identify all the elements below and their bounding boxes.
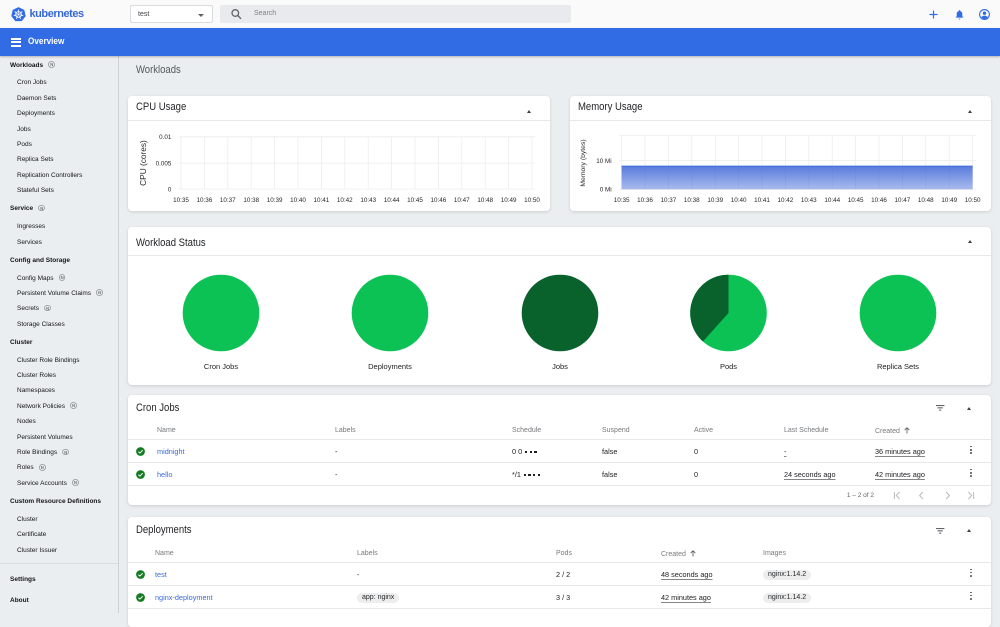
svg-text:0: 0 (168, 186, 172, 193)
svg-text:10:50: 10:50 (965, 197, 981, 204)
svg-text:10:38: 10:38 (243, 197, 259, 204)
svg-text:0.005: 0.005 (156, 160, 172, 167)
svg-text:10:47: 10:47 (895, 197, 911, 204)
svg-text:0 Mi: 0 Mi (600, 187, 612, 194)
svg-text:10:49: 10:49 (941, 197, 957, 204)
svg-text:10:36: 10:36 (197, 197, 213, 204)
svg-text:10:47: 10:47 (454, 197, 470, 204)
svg-text:Pods: Pods (720, 362, 737, 371)
svg-text:10:41: 10:41 (314, 197, 330, 204)
svg-text:10:36: 10:36 (637, 197, 653, 204)
svg-text:10:37: 10:37 (220, 197, 236, 204)
svg-text:10:45: 10:45 (407, 197, 423, 204)
svg-text:0.01: 0.01 (159, 134, 172, 141)
svg-text:10:39: 10:39 (707, 197, 723, 204)
svg-text:Memory (bytes): Memory (bytes) (580, 139, 587, 186)
svg-text:10:40: 10:40 (290, 197, 306, 204)
svg-text:10 Mi: 10 Mi (596, 158, 611, 165)
svg-text:10:40: 10:40 (731, 197, 747, 204)
svg-text:10:42: 10:42 (337, 197, 353, 204)
svg-text:Cron Jobs: Cron Jobs (204, 362, 238, 371)
svg-text:10:35: 10:35 (614, 197, 630, 204)
svg-text:10:35: 10:35 (173, 197, 189, 204)
svg-text:10:43: 10:43 (801, 197, 817, 204)
svg-text:10:50: 10:50 (524, 197, 540, 204)
svg-text:10:48: 10:48 (918, 197, 934, 204)
svg-text:10:42: 10:42 (778, 197, 794, 204)
svg-text:Replica Sets: Replica Sets (877, 362, 919, 371)
svg-text:10:46: 10:46 (871, 197, 887, 204)
svg-text:10:41: 10:41 (754, 197, 770, 204)
svg-text:10:37: 10:37 (661, 197, 677, 204)
svg-text:10:44: 10:44 (824, 197, 840, 204)
svg-text:10:44: 10:44 (384, 197, 400, 204)
svg-text:10:43: 10:43 (360, 197, 376, 204)
svg-text:10:45: 10:45 (848, 197, 864, 204)
svg-text:10:49: 10:49 (501, 197, 517, 204)
svg-text:Deployments: Deployments (368, 362, 412, 371)
svg-text:10:38: 10:38 (684, 197, 700, 204)
svg-text:Jobs: Jobs (552, 362, 568, 371)
svg-text:10:39: 10:39 (267, 197, 283, 204)
svg-text:10:46: 10:46 (431, 197, 447, 204)
svg-text:10:48: 10:48 (477, 197, 493, 204)
svg-text:CPU (cores): CPU (cores) (138, 140, 148, 186)
